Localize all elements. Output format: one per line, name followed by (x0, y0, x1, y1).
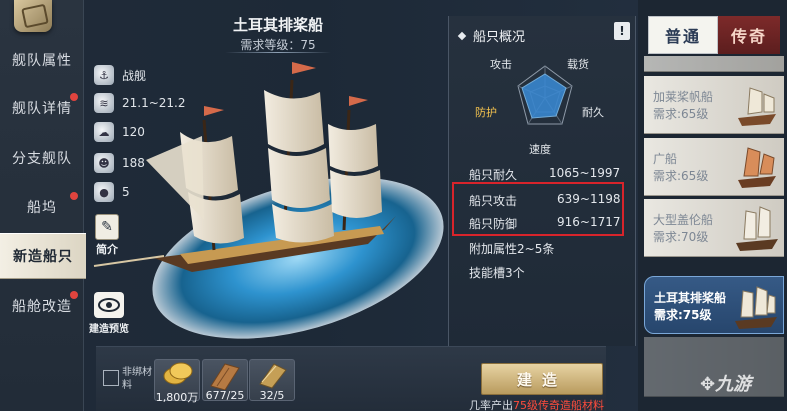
eye-icon (94, 292, 124, 318)
ship-level-requirement: 需求等级：75 (240, 38, 316, 52)
radar-label-durability: 耐久 (582, 106, 604, 119)
sidebar-item-label: 船坞 (27, 200, 57, 216)
watermark-logo: ✥九游 (700, 374, 752, 395)
sidebar-item-label: 舰队详情 (12, 101, 72, 117)
ship-thumbnail (736, 206, 778, 251)
radar-label-cargo: 载货 (567, 58, 589, 71)
radar-label-defense: 防护 (475, 106, 497, 119)
sidebar-item-label: 分支舰队 (12, 151, 72, 167)
sidebar-item-label: 新造船只 (13, 249, 73, 265)
drop-rate-text: 几率产出75级传奇造船材料 (469, 399, 604, 411)
sidebar-item-shipyard[interactable]: 船坞 (0, 184, 84, 230)
sidebar-item-label: 船舱改造 (12, 299, 72, 315)
notification-dot (70, 192, 78, 200)
sidebar-item-build-ship[interactable]: 新造船只 (0, 233, 86, 279)
tab-legendary[interactable]: 传奇 (718, 16, 780, 54)
scroll-menu-icon[interactable] (14, 0, 52, 32)
material-count: 32/5 (259, 389, 285, 402)
gold-coins-icon (163, 362, 193, 385)
ship-thumbnail (738, 147, 776, 188)
intro-button[interactable]: ✎ 简介 (92, 214, 122, 257)
title-divider (225, 52, 331, 53)
highlight-annotation-box (452, 182, 624, 236)
cannonball-icon: ● (94, 182, 114, 202)
ship-name: 土耳其排桨船 (232, 16, 323, 34)
list-item[interactable]: 加莱桨帆船 需求:65级 (644, 76, 784, 134)
stat-cannons: ● 5 (94, 181, 130, 203)
stat-speed: ≋ 21.1~21.2 (94, 92, 186, 114)
build-preview-button[interactable]: 建造预览 (86, 292, 132, 335)
list-item-partial[interactable] (644, 56, 784, 72)
sidebar-item-fleet-details[interactable]: 舰队详情 (0, 85, 84, 131)
book-icon: ✎ (95, 214, 119, 240)
game-screen: 舰队属性 舰队详情 分支舰队 船坞 新造船只 船舱改造 土耳其排桨船 需求等级：… (0, 0, 787, 411)
info-alert-button[interactable]: ! (614, 22, 630, 40)
notification-dot (70, 291, 78, 299)
sidebar-item-fleet-attributes[interactable]: 舰队属性 (0, 37, 84, 83)
ship-thumbnail (738, 87, 776, 126)
stat-capacity: ☁ 120 (94, 121, 145, 143)
speed-icon: ≋ (94, 93, 114, 113)
list-item[interactable]: 大型盖伦船 需求:70级 (644, 199, 784, 257)
stat-crew: ☻ 188 (94, 152, 145, 174)
skill-slots-text: 技能槽3个 (469, 266, 525, 280)
list-item[interactable]: 广船 需求:65级 (644, 138, 784, 196)
stat-ship-type: ⚓ 战舰 (94, 64, 146, 86)
paw-icon: ✥ (700, 374, 716, 395)
radar-label-attack: 攻击 (490, 58, 512, 71)
tab-normal[interactable]: 普通 (648, 16, 718, 54)
warship-type-icon: ⚓ (94, 65, 114, 85)
ship-thumbnail (735, 286, 777, 329)
overview-title: 船只概况 (457, 26, 525, 45)
cargo-icon: ☁ (94, 122, 114, 142)
build-button[interactable]: 建造 (481, 363, 603, 395)
sidebar: 舰队属性 舰队详情 分支舰队 船坞 新造船只 船舱改造 (0, 0, 86, 411)
sidebar-item-branch-fleet[interactable]: 分支舰队 (0, 135, 84, 181)
overview-row-durability-value: 1065~1997 (549, 166, 621, 180)
extra-attributes-text: 附加属性2~5条 (469, 242, 555, 256)
list-item-selected[interactable]: 土耳其排桨船 需求:75级 (644, 276, 784, 334)
overview-row-durability-label: 船只耐久 (469, 168, 518, 182)
unbound-materials-checkbox[interactable] (103, 370, 119, 386)
diamond-icon (457, 31, 467, 40)
sidebar-item-label: 舰队属性 (12, 53, 72, 69)
sidebar-item-cabin-refit[interactable]: 船舱改造 (0, 283, 84, 329)
wood-plank-icon (210, 363, 240, 391)
sail-cloth-icon (259, 363, 287, 389)
notification-dot (70, 93, 78, 101)
radar-label-speed: 速度 (529, 143, 551, 156)
sailor-icon: ☻ (94, 153, 114, 173)
